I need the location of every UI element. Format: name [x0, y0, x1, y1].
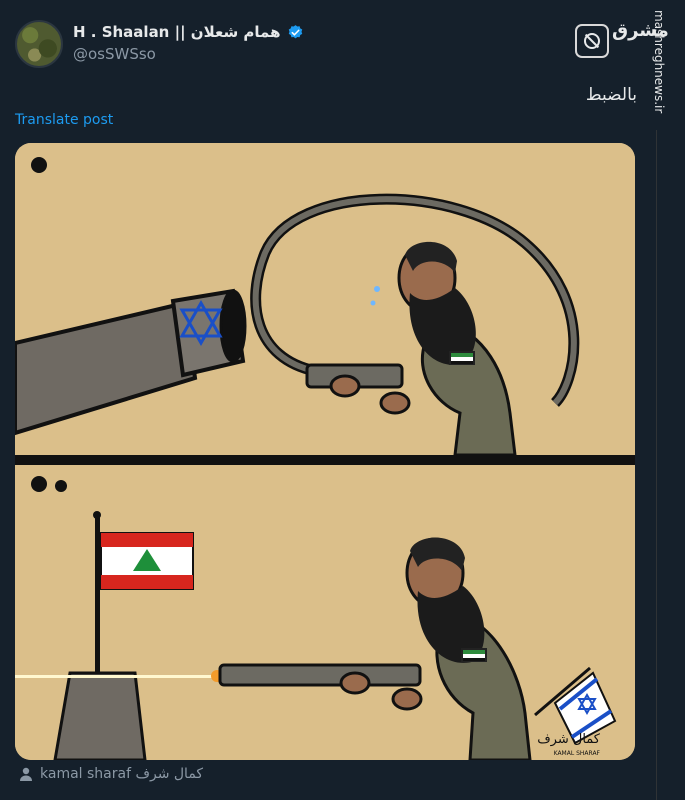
author-display-name[interactable]: H . Shaalan || همام شعلان — [73, 23, 304, 41]
post-text: بالضبط — [585, 85, 637, 105]
person-icon — [20, 767, 32, 781]
cartoon-illustration: كمال شرف KAMAL SHARAF — [15, 143, 635, 760]
image-credit-label[interactable]: kamal sharaf كمال شرف — [40, 766, 203, 782]
translate-post-link[interactable]: Translate post — [15, 112, 113, 128]
site-watermark-text: mashreghnews.ir — [652, 10, 666, 114]
image-credit[interactable]: kamal sharaf كمال شرف — [18, 766, 203, 782]
author-handle[interactable]: @osSWSso — [73, 45, 304, 63]
avatar[interactable] — [15, 20, 63, 68]
post-media-image[interactable]: كمال شرف KAMAL SHARAF — [15, 143, 635, 760]
author-display-name-text[interactable]: H . Shaalan || همام شعلان — [73, 23, 281, 41]
artist-signature-latin: KAMAL SHARAF — [554, 750, 601, 757]
post-container: H . Shaalan || همام شعلان @osSWSso مشرق … — [0, 0, 685, 800]
grok-actions-button[interactable] — [575, 24, 609, 58]
post-header: H . Shaalan || همام شعلان @osSWSso — [15, 18, 655, 70]
column-divider — [656, 130, 657, 800]
site-watermark: mashreghnews.ir — [652, 10, 668, 130]
author-names: H . Shaalan || همام شعلان @osSWSso — [73, 22, 304, 63]
grok-icon — [584, 33, 600, 49]
artist-signature-arabic: كمال شرف — [537, 732, 601, 747]
verified-badge-icon — [288, 24, 302, 38]
